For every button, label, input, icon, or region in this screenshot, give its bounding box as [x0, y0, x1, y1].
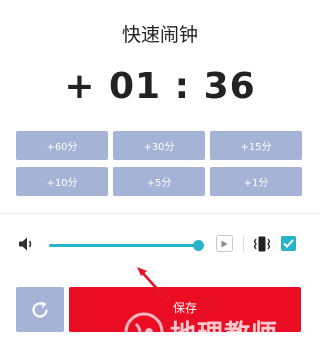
time-offset-display: + 01 : 36: [64, 66, 256, 107]
preview-play-button[interactable]: [216, 235, 233, 252]
save-button[interactable]: 保存: [69, 287, 301, 332]
sound-controls: [0, 228, 320, 262]
separator: [243, 235, 244, 253]
add-15-min-button[interactable]: +15分: [210, 131, 302, 160]
vibrate-icon: [252, 234, 272, 258]
volume-icon[interactable]: [18, 236, 36, 256]
checkmark-icon: [283, 239, 294, 248]
quick-alarm-dialog: 快速闹钟 + 01 : 36 +60分 +30分 +15分 +10分 +5分 +…: [0, 0, 320, 357]
volume-slider-fill: [49, 244, 198, 247]
add-1-min-button[interactable]: +1分: [210, 167, 302, 196]
reset-button[interactable]: [16, 287, 64, 332]
volume-slider-thumb[interactable]: [193, 240, 204, 251]
vibrate-checkbox[interactable]: [281, 236, 296, 251]
add-60-min-button[interactable]: +60分: [16, 131, 108, 160]
add-10-min-button[interactable]: +10分: [16, 167, 108, 196]
quick-add-grid: +60分 +30分 +15分 +10分 +5分 +1分: [16, 131, 302, 196]
volume-slider[interactable]: [49, 240, 204, 251]
save-button-label: 保存: [172, 301, 197, 315]
dialog-title: 快速闹钟: [121, 24, 198, 46]
refresh-icon: [32, 301, 48, 318]
play-icon: [221, 240, 228, 247]
annotation-arrow-icon: [137, 267, 170, 303]
add-30-min-button[interactable]: +30分: [113, 131, 205, 160]
add-5-min-button[interactable]: +5分: [113, 167, 205, 196]
divider: [0, 213, 320, 214]
